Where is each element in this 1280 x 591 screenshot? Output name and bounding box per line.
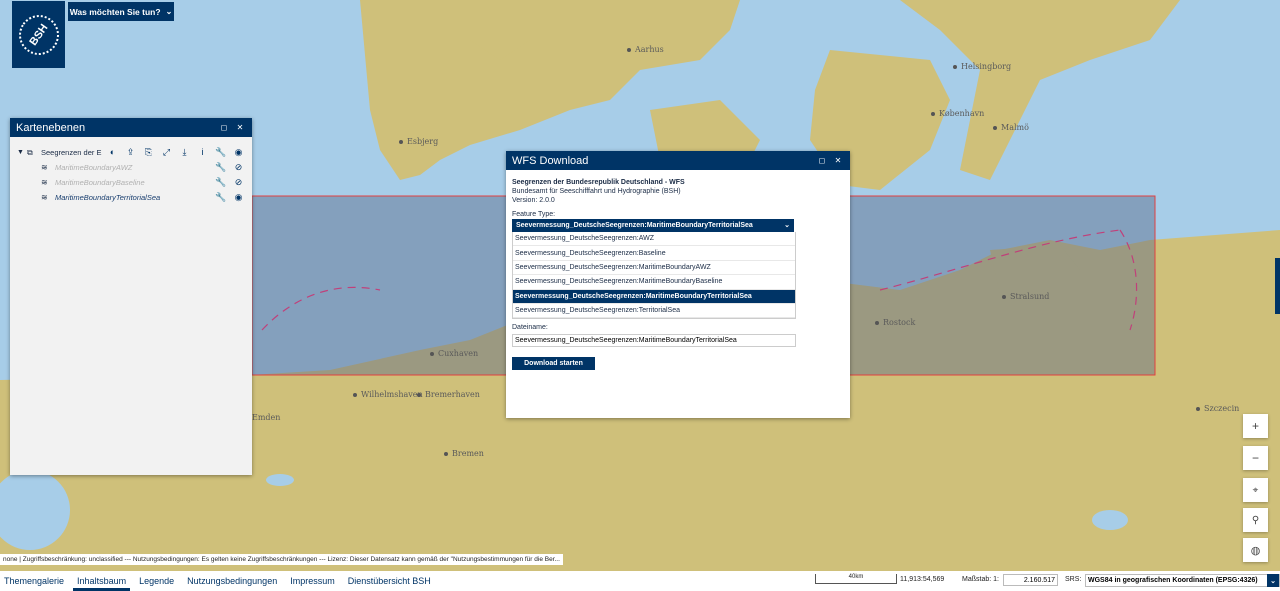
close-icon[interactable]: ✕: [234, 123, 246, 132]
minus-icon: −: [1251, 451, 1259, 465]
what-to-do-label: Was möchten Sie tun?: [69, 6, 161, 17]
download-icon[interactable]: ⤓: [179, 147, 190, 158]
scale-label: Maßstab: 1:: [962, 576, 999, 583]
magnifier-icon: ⚲: [1251, 514, 1260, 526]
attribution-text: none | Zugriffsbeschränkung: unclassifie…: [0, 554, 563, 565]
feature-type-option[interactable]: Seevermessung_DeutscheSeegrenzen:Territo…: [513, 304, 795, 319]
tab-impressum[interactable]: Impressum: [286, 571, 339, 591]
filename-input[interactable]: Seevermessung_DeutscheSeegrenzen:Maritim…: [512, 334, 796, 348]
filename-label: Dateiname:: [512, 324, 548, 332]
city-label: Bremerhaven: [417, 390, 480, 399]
city-label: Helsingborg: [953, 62, 1011, 71]
info-icon[interactable]: i: [197, 147, 208, 158]
maximize-icon[interactable]: ◻: [816, 156, 828, 165]
tab-nutzungsbedingungen[interactable]: Nutzungsbedingungen: [183, 571, 281, 591]
scale-input[interactable]: 2.160.517: [1003, 574, 1058, 586]
layer-row[interactable]: ≋ MaritimeBoundaryTerritorialSea 🔧 ◉: [10, 190, 252, 205]
feature-type-option[interactable]: Seevermessung_DeutscheSeegrenzen:Maritim…: [513, 275, 795, 290]
locate-button[interactable]: ⌖: [1243, 478, 1268, 502]
feature-type-option[interactable]: Seevermessung_DeutscheSeegrenzen:Maritim…: [513, 261, 795, 276]
chevron-down-icon: ⌄: [1267, 574, 1279, 587]
version: Version: 2.0.0: [512, 197, 555, 204]
eye-icon[interactable]: ◉: [233, 147, 244, 158]
zoom-extent-icon[interactable]: ⤢: [161, 147, 172, 158]
zoom-in-button[interactable]: +: [1243, 414, 1268, 438]
upload-icon[interactable]: ⇪: [125, 147, 136, 158]
wrench-icon[interactable]: 🔧: [215, 147, 226, 158]
city-label: Aarhus: [627, 45, 664, 54]
feature-type-options: Seevermessung_DeutscheSeegrenzen:AWZ See…: [512, 232, 796, 320]
zoom-out-button[interactable]: −: [1243, 446, 1268, 470]
footer-bar: Themengalerie Inhaltsbaum Legende Nutzun…: [0, 571, 1280, 591]
crosshair-icon: ⌖: [1252, 484, 1259, 496]
logo-text: BSH: [10, 6, 67, 63]
feature-type-option[interactable]: Seevermessung_DeutscheSeegrenzen:Baselin…: [513, 246, 795, 261]
layers-panel: Kartenebenen ◻ ✕ ▼ ⧉ Seegrenzen der E ◐ …: [10, 118, 252, 475]
eye-icon[interactable]: ◉: [233, 192, 244, 203]
coordinates-readout: 11,913:54,569: [900, 576, 945, 583]
globe-button[interactable]: ◍: [1243, 538, 1268, 562]
layer-row[interactable]: ≋ MaritimeBoundaryBaseline 🔧 ⊘: [10, 175, 252, 190]
maximize-icon[interactable]: ◻: [218, 123, 230, 132]
srs-select[interactable]: WGS84 in geografischen Koordinaten (EPSG…: [1085, 574, 1280, 587]
srs-value: WGS84 in geografischen Koordinaten (EPSG…: [1088, 577, 1258, 584]
what-to-do-button[interactable]: Was möchten Sie tun? ⌄: [68, 2, 174, 21]
city-label: Malmö: [993, 123, 1029, 132]
city-label: Szczecin: [1196, 404, 1239, 413]
city-label: Emden: [252, 413, 281, 422]
wrench-icon[interactable]: 🔧: [215, 162, 226, 173]
wfs-download-dialog: WFS Download ◻ ✕ Seegrenzen der Bundesre…: [506, 151, 850, 418]
layers-icon: ≋: [41, 163, 48, 172]
chevron-down-icon: ⌄: [784, 222, 790, 229]
scale-bar: 40km: [815, 574, 897, 584]
feature-type-selected: Seevermessung_DeutscheSeegrenzen:Maritim…: [516, 222, 753, 229]
city-label: Stralsund: [1002, 292, 1049, 301]
download-start-button[interactable]: Download starten: [512, 357, 595, 371]
city-label: Cuxhaven: [430, 349, 478, 358]
tab-dienstuebersicht[interactable]: Dienstübersicht BSH: [344, 571, 435, 591]
bsh-logo[interactable]: BSH: [10, 1, 67, 68]
tab-themengalerie[interactable]: Themengalerie: [0, 571, 68, 591]
layer-row[interactable]: ≋ MaritimeBoundaryAWZ 🔧 ⊘: [10, 160, 252, 175]
tab-legende[interactable]: Legende: [135, 571, 178, 591]
layers-panel-title: Kartenebenen: [16, 121, 86, 134]
plus-icon: +: [1251, 419, 1259, 433]
zoom-search-button[interactable]: ⚲: [1243, 508, 1268, 532]
city-label: København: [931, 109, 984, 118]
wfs-dialog-header[interactable]: WFS Download ◻ ✕: [506, 151, 850, 170]
city-label: Rostock: [875, 318, 915, 327]
eye-off-icon[interactable]: ⊘: [233, 162, 244, 173]
layers-icon: ≋: [41, 178, 48, 187]
chevron-down-icon: ⌄: [165, 7, 173, 16]
layer-group-row[interactable]: ▼ ⧉ Seegrenzen der E ◐ ⇪ ⎘ ⤢ ⤓ i 🔧 ◉: [10, 145, 252, 160]
wfs-dialog-title: WFS Download: [512, 154, 589, 167]
globe-icon: ◍: [1250, 544, 1261, 557]
close-icon[interactable]: ✕: [832, 156, 844, 165]
wrench-icon[interactable]: 🔧: [215, 177, 226, 188]
publisher: Bundesamt für Seeschifffahrt und Hydrogr…: [512, 188, 681, 195]
tab-inhaltsbaum[interactable]: Inhaltsbaum: [73, 571, 131, 591]
service-title: Seegrenzen der Bundesrepublik Deutschlan…: [512, 179, 685, 186]
eye-off-icon[interactable]: ⊘: [233, 177, 244, 188]
city-label: Esbjerg: [399, 137, 438, 146]
export-icon[interactable]: ⎘: [143, 147, 154, 158]
layers-icon: ≋: [41, 193, 48, 202]
city-label: Bremen: [444, 449, 484, 458]
service-icon: ⧉: [27, 147, 33, 157]
wrench-icon[interactable]: 🔧: [215, 192, 226, 203]
layers-panel-header[interactable]: Kartenebenen ◻ ✕: [10, 118, 252, 137]
srs-label: SRS:: [1065, 576, 1082, 583]
opacity-icon[interactable]: ◐: [107, 147, 118, 158]
city-label: Wilhelmshaven: [353, 390, 423, 399]
feature-type-option-selected[interactable]: Seevermessung_DeutscheSeegrenzen:Maritim…: [513, 289, 795, 304]
side-panel-handle[interactable]: [1275, 258, 1280, 314]
collapse-triangle-icon[interactable]: ▼: [17, 149, 27, 156]
feature-type-select[interactable]: Seevermessung_DeutscheSeegrenzen:Maritim…: [512, 219, 794, 232]
feature-type-option[interactable]: Seevermessung_DeutscheSeegrenzen:AWZ: [513, 232, 795, 247]
feature-type-label: Feature Type:: [512, 211, 556, 218]
